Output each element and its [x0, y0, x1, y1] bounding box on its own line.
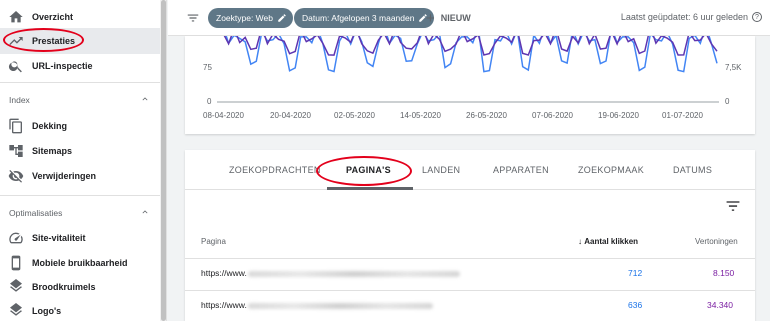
sidebar-item-sitemaps[interactable]: Sitemaps — [0, 138, 160, 164]
sidebar: Overzicht Prestaties URL-inspectie Index… — [0, 0, 160, 321]
tab-datums[interactable]: DATUMS — [673, 165, 712, 175]
sidebar-item-label: Dekking — [32, 121, 68, 131]
new-label: NIEUW — [440, 13, 471, 23]
section-header-index[interactable]: Index — [0, 89, 160, 111]
sidebar-item-site-vitaliteit[interactable]: Site-vitaliteit — [0, 225, 160, 251]
results-table-card: ZOEKOPDRACHTEN PAGINA'S LANDEN APPARATEN… — [185, 150, 755, 321]
column-header-views[interactable]: Vertoningen — [695, 237, 738, 246]
sidebar-item-label: Sitemaps — [32, 146, 73, 156]
row-divider — [185, 258, 755, 259]
filter-icon[interactable] — [186, 11, 200, 25]
row-clicks: 636 — [628, 300, 643, 310]
x-tick: 07-06-2020 — [532, 111, 573, 120]
chevron-up-icon — [142, 97, 148, 101]
x-tick: 08-04-2020 — [203, 111, 244, 120]
scrollbar-thumb[interactable] — [161, 0, 166, 321]
last-updated: Laatst geüpdatet: 6 uur geleden ? — [621, 12, 762, 22]
filter-chip-zoektype[interactable]: Zoektype: Web — [208, 8, 294, 28]
x-tick: 20-04-2020 — [270, 111, 311, 120]
redacted-url — [248, 303, 433, 309]
chip-label: Zoektype: Web — [216, 13, 274, 23]
trending-up-icon — [9, 37, 23, 45]
sidebar-item-mobiele-bruikbaarheid[interactable]: Mobiele bruikbaarheid — [0, 250, 160, 276]
filter-chip-datum[interactable]: Datum: Afgelopen 3 maanden — [294, 8, 435, 28]
column-header-page[interactable]: Pagina — [201, 237, 226, 246]
row-views: 8.150 — [713, 268, 735, 278]
layers-icon — [10, 279, 22, 292]
toolbar: Zoektype: Web Datum: Afgelopen 3 maanden… — [168, 0, 770, 36]
row-views: 34.340 — [707, 300, 733, 310]
eye-off-icon — [8, 170, 24, 183]
x-tick: 26-05-2020 — [466, 111, 507, 120]
sidebar-item-verwijderingen[interactable]: Verwijderingen — [0, 163, 160, 189]
table-filter-icon[interactable] — [726, 200, 740, 212]
tab-landen[interactable]: LANDEN — [422, 165, 460, 175]
phone-icon — [11, 255, 21, 271]
divider — [0, 82, 160, 83]
home-icon — [9, 11, 23, 23]
dimension-tabs: ZOEKOPDRACHTEN PAGINA'S LANDEN APPARATEN… — [185, 150, 755, 190]
divider — [0, 195, 160, 196]
section-title: Index — [9, 95, 30, 105]
tab-paginas[interactable]: PAGINA'S — [346, 165, 391, 175]
row-url[interactable]: https://www. — [201, 300, 247, 310]
sidebar-item-label: Site-vitaliteit — [32, 233, 86, 243]
search-icon — [8, 61, 22, 73]
sitemap-icon — [9, 145, 23, 157]
row-url[interactable]: https://www. — [201, 268, 247, 278]
chip-label: Datum: Afgelopen 3 maanden — [302, 13, 415, 23]
speed-icon — [9, 232, 23, 244]
active-tab-indicator — [327, 187, 413, 190]
sidebar-item-label: URL-inspectie — [32, 61, 93, 71]
sidebar-scrollbar[interactable] — [160, 0, 167, 321]
x-tick: 02-05-2020 — [334, 111, 375, 120]
section-title: Optimalisaties — [9, 208, 63, 218]
plus-icon: + — [426, 9, 435, 27]
x-tick: 01-07-2020 — [662, 111, 703, 120]
chevron-up-icon — [142, 210, 148, 214]
tab-apparaten[interactable]: APPARATEN — [493, 165, 549, 175]
sidebar-item-dekking[interactable]: Dekking — [0, 113, 160, 139]
y-tick-right: 7,5K — [725, 63, 742, 72]
row-clicks: 712 — [628, 268, 643, 278]
redacted-url — [248, 271, 460, 277]
sidebar-item-prestaties[interactable]: Prestaties — [0, 28, 160, 54]
tab-zoekopmaak[interactable]: ZOEKOPMAAK — [578, 165, 644, 175]
x-tick: 19-06-2020 — [598, 111, 639, 120]
tab-zoekopdrachten[interactable]: ZOEKOPDRACHTEN — [229, 165, 321, 175]
sidebar-item-label: Logo's — [32, 306, 62, 316]
layers-icon — [10, 303, 22, 316]
last-updated-text: Laatst geüpdatet: 6 uur geleden — [620, 12, 748, 22]
sidebar-item-logos[interactable]: Logo's — [0, 298, 160, 321]
sidebar-item-label: Broodkruimels — [32, 282, 96, 292]
sidebar-item-label: Mobiele bruikbaarheid — [32, 258, 128, 268]
performance-chart: 75 0 7,5K 0 08-04-2020 20-04-2020 02-05-… — [185, 36, 755, 134]
x-tick: 14-05-2020 — [400, 111, 441, 120]
sidebar-item-url-inspectie[interactable]: URL-inspectie — [0, 53, 160, 79]
column-header-clicks[interactable]: ↓ Aantal klikken — [578, 237, 638, 246]
sidebar-item-overzicht[interactable]: Overzicht — [0, 4, 160, 30]
help-icon[interactable]: ? — [752, 12, 762, 22]
column-header-clicks-label: Aantal klikken — [584, 237, 639, 246]
sidebar-item-label: Prestaties — [32, 36, 76, 46]
y-tick-right: 0 — [725, 97, 730, 106]
row-divider — [185, 290, 755, 291]
y-tick-left: 0 — [207, 97, 212, 106]
new-filter-button[interactable]: + NIEUW — [426, 8, 471, 28]
sidebar-item-broodkruimels[interactable]: Broodkruimels — [0, 274, 160, 300]
section-header-optimalisaties[interactable]: Optimalisaties — [0, 202, 160, 224]
pencil-icon — [278, 14, 286, 22]
y-tick-left: 75 — [203, 63, 212, 72]
copy-icon — [9, 118, 22, 134]
sidebar-item-label: Verwijderingen — [32, 171, 97, 181]
sidebar-item-label: Overzicht — [32, 12, 74, 22]
